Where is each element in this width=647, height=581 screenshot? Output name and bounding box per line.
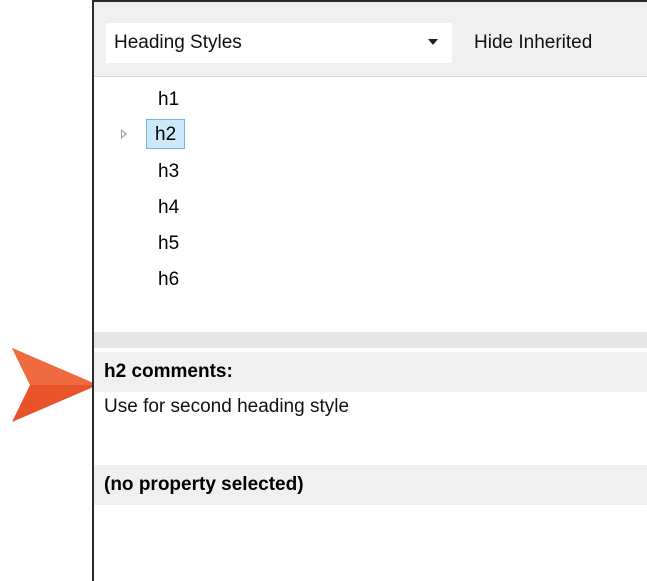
hide-inherited-button[interactable]: Hide Inherited (474, 23, 592, 63)
properties-body (94, 505, 647, 581)
comments-text[interactable]: Use for second heading style (104, 396, 349, 418)
dropdown-selected-value: Heading Styles (114, 32, 242, 53)
toolbar: Heading Styles Hide Inherited (94, 2, 647, 77)
callout-arrow-icon (12, 348, 98, 422)
tree-item-h6[interactable]: h6 (154, 265, 183, 295)
expander-triangle-right-icon[interactable] (121, 129, 127, 139)
tree-item-h2[interactable]: h2 (146, 119, 186, 149)
style-tree: h1 h2 h3 h4 h5 h6 (94, 77, 647, 332)
chevron-down-icon[interactable] (428, 39, 438, 45)
comments-header: h2 comments: (94, 352, 647, 392)
tree-item-h4[interactable]: h4 (154, 193, 183, 223)
styles-panel: Heading Styles Hide Inherited h1 h2 h3 h… (92, 0, 647, 581)
tree-item-h1[interactable]: h1 (154, 85, 183, 115)
tree-item-h3[interactable]: h3 (154, 157, 183, 187)
pane-splitter[interactable] (94, 332, 647, 348)
style-category-dropdown[interactable]: Heading Styles (106, 23, 452, 63)
tree-item-h5[interactable]: h5 (154, 229, 183, 259)
properties-header: (no property selected) (94, 465, 647, 505)
